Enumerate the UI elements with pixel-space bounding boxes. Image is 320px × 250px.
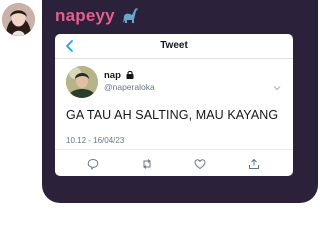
tweet-handle: @naperaloka	[104, 82, 155, 92]
tweet-action-bar	[55, 149, 293, 176]
tweet-header: Tweet	[55, 34, 293, 59]
retweet-icon[interactable]	[141, 157, 153, 169]
sauropod-icon	[121, 7, 141, 30]
tweet-card[interactable]: Tweet nap @naperaloka GA TAU AH SALTING,…	[55, 34, 293, 176]
reply-icon[interactable]	[87, 157, 99, 170]
header-title: Tweet	[160, 40, 188, 51]
chat-screenshot: napeyy Tweet nap @naperaloka GA TAU AH S…	[0, 0, 320, 250]
tweet-text: GA TAU AH SALTING, MAU KAYANG	[66, 108, 279, 122]
chevron-down-icon[interactable]	[273, 78, 281, 91]
sender-name: napeyy	[55, 6, 141, 30]
tweet-timestamp: 10.12 - 16/04/23	[66, 136, 125, 145]
sender-avatar[interactable]	[2, 3, 35, 36]
tweet-display-name: nap	[104, 70, 134, 82]
like-icon[interactable]	[194, 157, 206, 170]
share-icon[interactable]	[248, 157, 260, 169]
tweet-user-avatar[interactable]	[66, 66, 98, 98]
lock-icon	[126, 70, 134, 82]
